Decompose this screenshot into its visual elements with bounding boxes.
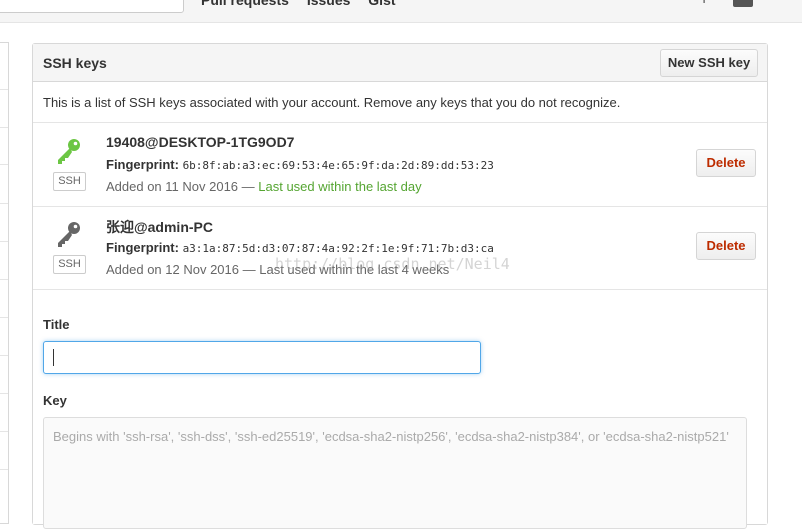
key-fingerprint: Fingerprint: a3:1a:87:5d:d3:07:87:4a:92:… — [106, 240, 494, 255]
key-fingerprint: Fingerprint: 6b:8f:ab:a3:ec:69:53:4e:65:… — [106, 157, 494, 172]
key-added-info: Added on 11 Nov 2016 — Last used within … — [106, 179, 422, 194]
panel-description: This is a list of SSH keys associated wi… — [33, 82, 767, 123]
ssh-type-label: SSH — [53, 172, 86, 191]
delete-button[interactable]: Delete — [696, 149, 756, 177]
title-label: Title — [43, 317, 70, 332]
nav-gist[interactable]: Gist — [368, 0, 395, 8]
sidebar-divider — [0, 355, 8, 356]
ssh-key-row: SSH 19408@DESKTOP-1TG9OD7 Fingerprint: 6… — [33, 123, 767, 207]
watermark: http://blog.csdn.net/Neil4 — [275, 255, 510, 273]
key-icon — [58, 222, 80, 247]
plus-icon[interactable]: + — [700, 0, 708, 7]
panel-title: SSH keys — [43, 55, 107, 71]
nav-issues[interactable]: Issues — [307, 0, 351, 8]
added-date: Added on 12 Nov 2016 — [106, 262, 239, 277]
fingerprint-label: Fingerprint: — [106, 157, 179, 172]
add-ssh-key-form: Title Key Begins with 'ssh-rsa', 'ssh-ds… — [33, 300, 767, 529]
search-input[interactable] — [0, 0, 184, 13]
panel-header: SSH keys New SSH key — [33, 44, 767, 82]
sidebar-divider — [0, 431, 8, 432]
sidebar-divider — [0, 241, 8, 242]
ssh-keys-panel: SSH keys New SSH key This is a list of S… — [32, 43, 768, 529]
ssh-type-label: SSH — [53, 255, 86, 274]
fingerprint-value: a3:1a:87:5d:d3:07:87:4a:92:2f:1e:9f:71:7… — [182, 242, 494, 255]
key-icon — [58, 139, 80, 164]
top-nav: Pull requests Issues Gist — [201, 0, 410, 8]
title-input[interactable] — [43, 341, 481, 374]
text-cursor — [53, 349, 54, 366]
sidebar-divider — [0, 203, 8, 204]
added-date: Added on 11 Nov 2016 — [106, 179, 239, 194]
key-textarea[interactable]: Begins with 'ssh-rsa', 'ssh-dss', 'ssh-e… — [43, 417, 747, 529]
sidebar-divider — [0, 127, 8, 128]
sidebar-divider — [0, 393, 8, 394]
description-text: This is a list of SSH keys associated wi… — [43, 95, 621, 110]
key-title: 19408@DESKTOP-1TG9OD7 — [106, 134, 295, 150]
avatar[interactable] — [733, 0, 753, 7]
ssh-key-row: SSH 张迎@admin-PC Fingerprint: a3:1a:87:5d… — [33, 206, 767, 290]
settings-sidebar — [0, 42, 9, 524]
sidebar-divider — [0, 279, 8, 280]
separator: — — [238, 179, 259, 194]
fingerprint-label: Fingerprint: — [106, 240, 179, 255]
separator: — — [239, 262, 260, 277]
new-ssh-key-button[interactable]: New SSH key — [660, 49, 758, 77]
sidebar-divider — [0, 89, 8, 90]
key-title: 张迎@admin-PC — [106, 219, 213, 235]
key-placeholder: Begins with 'ssh-rsa', 'ssh-dss', 'ssh-e… — [53, 429, 729, 444]
key-label: Key — [43, 393, 67, 408]
sidebar-divider — [0, 164, 8, 165]
last-used: Last used within the last day — [258, 179, 422, 194]
delete-button[interactable]: Delete — [696, 232, 756, 260]
fingerprint-value: 6b:8f:ab:a3:ec:69:53:4e:65:9f:da:2d:89:d… — [182, 159, 494, 172]
top-header: Pull requests Issues Gist + — [0, 0, 802, 23]
nav-pull-requests[interactable]: Pull requests — [201, 0, 289, 8]
sidebar-divider — [0, 469, 8, 470]
sidebar-divider — [0, 317, 8, 318]
